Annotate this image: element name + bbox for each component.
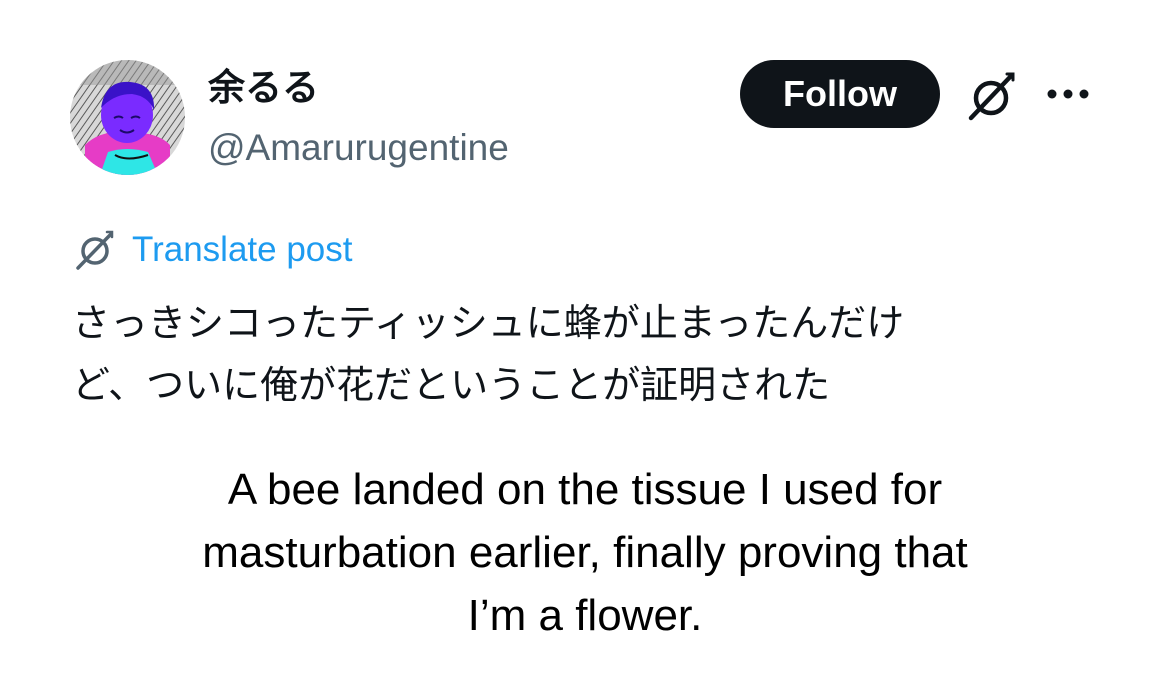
translate-post-link[interactable]: Translate post [72, 226, 352, 274]
post-text: さっきシコったティッシュに蜂が止まったんだけ ど、ついに俺が花だということが証明… [72, 292, 1112, 416]
caption-line: A bee landed on the tissue I used for [227, 465, 943, 514]
post-text-line: さっきシコったティッシュに蜂が止まったんだけ [72, 301, 905, 345]
post-text-line: ど、ついに俺が花だということが証明された [72, 363, 831, 407]
grok-slash-icon [76, 230, 114, 270]
author-handle[interactable]: @Amarurugentine [208, 124, 509, 172]
avatar-illustration [70, 60, 185, 175]
caption-line: I’m a flower. [467, 591, 703, 640]
avatar[interactable] [70, 60, 185, 175]
translation-caption: A bee landed on the tissue I used for ma… [60, 458, 1110, 647]
author-display-name[interactable]: 余るる [208, 64, 319, 112]
caption-line: masturbation earlier, finally proving th… [202, 528, 968, 577]
post-card: 余るる @Amarurugentine Follow Translate pos… [0, 0, 1170, 692]
more-dots-icon[interactable] [1044, 84, 1092, 104]
grok-slash-icon[interactable] [963, 68, 1019, 124]
translate-post-label: Translate post [132, 230, 353, 269]
follow-button[interactable]: Follow [740, 60, 940, 128]
